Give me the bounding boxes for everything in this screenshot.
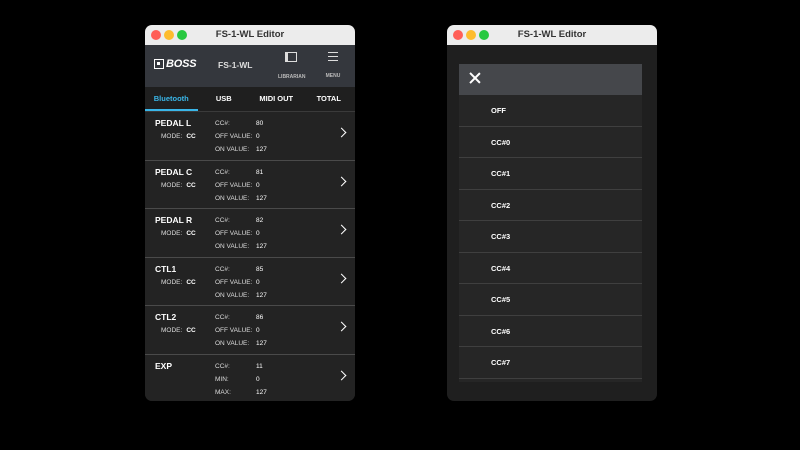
pedal-name: PEDAL C xyxy=(155,166,193,177)
option-cc3[interactable]: CC#3 xyxy=(459,221,642,253)
option-cc7[interactable]: CC#7 xyxy=(459,347,642,379)
option-cc1[interactable]: CC#1 xyxy=(459,158,642,190)
hamburger-menu-icon xyxy=(328,52,338,61)
editor-window-with-picker: FS-1-WL Editor OFF CC#0 CC#1 CC#2 CC#3 C… xyxy=(447,25,657,401)
librarian-icon xyxy=(285,52,297,62)
pedal-params: CC#: 80 OFF VALUE: 0 ON VALUE: 127 xyxy=(215,120,267,153)
option-cc4[interactable]: CC#4 xyxy=(459,253,642,284)
pedal-row-ctl1[interactable]: CTL1 MODE: CC CC#: 85 OFF VALUE: 0 ON VALUE… xyxy=(145,257,355,306)
tab-bluetooth[interactable]: Bluetooth xyxy=(145,87,198,111)
pedal-name: PEDAL R xyxy=(155,215,193,225)
pedal-list: PEDAL L MODE: CC CC#: 80 OFF VALUE: 0 ON VA… xyxy=(145,111,355,401)
pedal-mode: MODE: CC xyxy=(161,278,196,286)
pedal-row-pedal-r[interactable]: PEDAL R MODE: CC CC#: 82 OFF VALUE: 0 ON VA… xyxy=(145,209,355,258)
app-header: BOSS FS-1-WL LIBRARIAN MENU xyxy=(145,45,355,87)
pedal-mode: MODE: CC xyxy=(161,133,196,140)
pedal-params: CC#: 11 MIN: 0 MAX: 127 xyxy=(215,362,267,396)
title-bar[interactable]: FS-1-WL Editor xyxy=(145,25,355,45)
pedal-mode: MODE: CC xyxy=(161,230,196,237)
modal-header xyxy=(459,64,642,95)
pedal-params: CC#: 82 OFF VALUE: 0 ON VALUE: 127 xyxy=(215,217,267,250)
pedal-name: CTL2 xyxy=(155,312,177,322)
chevron-right-icon[interactable] xyxy=(336,176,347,186)
chevron-right-icon[interactable] xyxy=(336,273,347,283)
pedal-name: CTL1 xyxy=(155,263,177,274)
chevron-right-icon[interactable] xyxy=(336,370,347,380)
pedal-row-pedal-c[interactable]: PEDAL C MODE: CC CC#: 81 OFF VALUE: 0 ON VA… xyxy=(145,160,355,209)
option-cc0[interactable]: CC#0 xyxy=(459,127,642,158)
pedal-params: CC#: 81 OFF VALUE: 0 ON VALUE: 127 xyxy=(215,168,267,202)
chevron-right-icon[interactable] xyxy=(336,321,347,332)
pedal-name: EXP xyxy=(155,360,173,371)
window-title: FS-1-WL Editor xyxy=(517,29,587,40)
librarian-button[interactable]: LIBRARIAN xyxy=(278,52,306,83)
pedal-row-pedal-l[interactable]: PEDAL L MODE: CC CC#: 80 OFF VALUE: 0 ON VA… xyxy=(145,112,355,161)
title-bar[interactable]: FS-1-WL Editor xyxy=(447,25,657,45)
window-title: FS-1-WL Editor xyxy=(215,29,285,40)
option-cc2[interactable]: CC#2 xyxy=(459,190,642,221)
chevron-right-icon[interactable] xyxy=(336,224,347,235)
pedal-params: CC#: 85 OFF VALUE: 0 ON VALUE: 127 xyxy=(215,265,267,299)
menu-button[interactable]: MENU xyxy=(324,52,342,82)
boss-logo-icon xyxy=(154,59,164,69)
close-icon[interactable] xyxy=(469,72,481,84)
tab-total[interactable]: TOTAL xyxy=(303,87,356,111)
cc-picker-modal: OFF CC#0 CC#1 CC#2 CC#3 CC#4 CC#5 CC#6 C… xyxy=(459,64,642,382)
tab-midi-out[interactable]: MIDI OUT xyxy=(250,87,303,111)
tab-usb[interactable]: USB xyxy=(198,87,251,111)
option-cc5[interactable]: CC#5 xyxy=(459,284,642,316)
pedal-row-exp[interactable]: EXP CC#: 11 MIN: 0 MAX: 127 xyxy=(145,354,355,401)
boss-logo: BOSS xyxy=(154,58,197,70)
chevron-right-icon[interactable] xyxy=(336,127,347,138)
pedal-name: PEDAL L xyxy=(155,118,192,128)
editor-window: FS-1-WL Editor BOSS FS-1-WL LIBRARIAN ME… xyxy=(145,25,355,401)
pedal-mode: MODE: CC xyxy=(161,327,196,334)
pedal-params: CC#: 86 OFF VALUE: 0 ON VALUE: 127 xyxy=(215,314,267,347)
model-name: FS-1-WL xyxy=(218,60,253,70)
pedal-mode: MODE: CC xyxy=(161,181,196,189)
tab-bar: Bluetooth USB MIDI OUT TOTAL xyxy=(145,87,355,111)
option-cc6[interactable]: CC#6 xyxy=(459,316,642,347)
pedal-row-ctl2[interactable]: CTL2 MODE: CC CC#: 86 OFF VALUE: 0 ON VALUE… xyxy=(145,306,355,355)
option-off[interactable]: OFF xyxy=(459,95,642,127)
